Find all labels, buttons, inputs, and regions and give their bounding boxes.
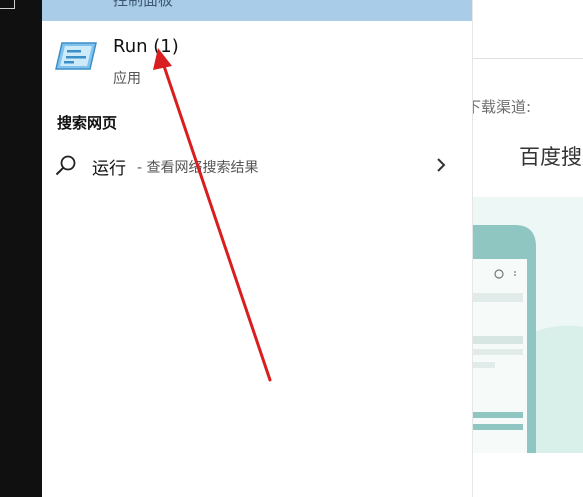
chevron-right-icon[interactable] xyxy=(434,156,448,174)
app-result-title: Run (1) xyxy=(113,36,179,57)
taskbar-strip xyxy=(0,0,42,497)
taskbar-corner-edge xyxy=(0,0,15,9)
run-app-icon xyxy=(55,42,97,70)
download-channel-label: 下载渠道: xyxy=(472,98,532,116)
top-result-label: 控制面板 xyxy=(113,0,174,9)
preview-divider xyxy=(473,58,583,59)
app-result-type: 应用 xyxy=(113,71,141,87)
preview-pane: 下载渠道: 百度搜 xyxy=(472,0,583,497)
web-section-heading: 搜索网页 xyxy=(57,114,118,132)
search-results-panel: 控制面板 Run (1) 应用 搜索网页 运行 - 查看网络搜索结果 xyxy=(42,0,472,497)
web-search-query: 运行 xyxy=(92,159,126,179)
phone-illustration xyxy=(473,197,583,453)
web-search-result[interactable]: 运行 - 查看网络搜索结果 xyxy=(42,145,472,185)
search-icon xyxy=(55,155,76,176)
baidu-search-label[interactable]: 百度搜 xyxy=(519,141,582,171)
top-result-item[interactable]: 控制面板 xyxy=(42,0,472,21)
web-search-hint: - 查看网络搜索结果 xyxy=(137,160,259,176)
run-app-result[interactable]: Run (1) 应用 xyxy=(42,27,472,97)
